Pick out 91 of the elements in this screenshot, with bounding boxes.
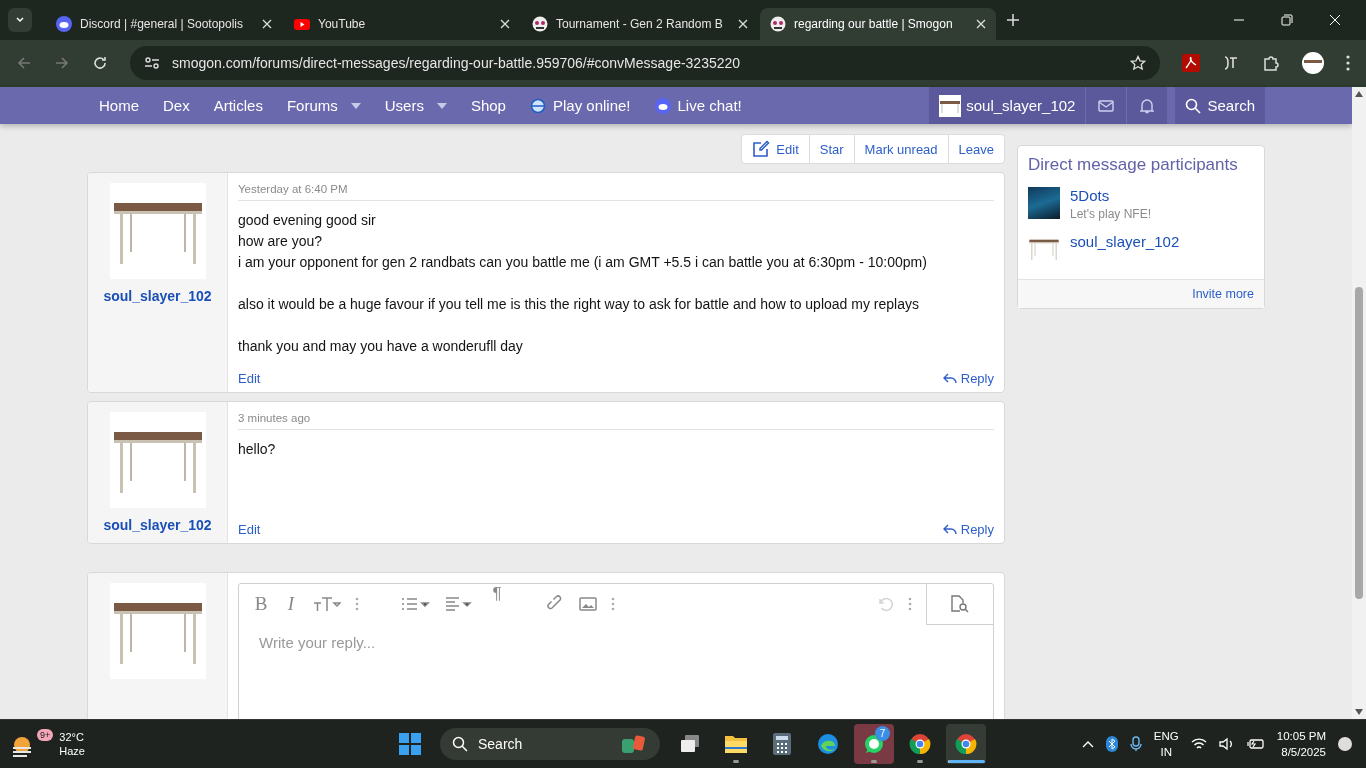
site-settings-icon [144, 54, 160, 71]
whatsapp-icon[interactable]: 7 [854, 724, 894, 764]
nav-link[interactable]: Users [372, 87, 459, 124]
battery-icon[interactable] [1246, 738, 1265, 750]
scroll-down-icon[interactable] [1355, 709, 1363, 715]
scroll-up-icon[interactable] [1355, 91, 1363, 97]
participant-status: Let's play NFE! [1070, 207, 1151, 221]
caret-icon [350, 102, 361, 109]
bold-button[interactable]: B [253, 593, 269, 615]
reply-link[interactable]: Reply [942, 371, 994, 386]
photo-placeholder [1028, 187, 1060, 219]
table-avatar-icon [109, 583, 206, 679]
play-icon [294, 16, 310, 32]
list-icon[interactable] [401, 596, 431, 612]
align-icon[interactable] [445, 596, 475, 612]
reply-arrow-icon [942, 523, 957, 536]
scrollbar[interactable] [1352, 87, 1366, 719]
italic-button[interactable]: I [283, 593, 299, 615]
close-tab-icon[interactable] [738, 19, 748, 29]
message-time: Yesterday at 6:40 PM [238, 183, 994, 201]
message-paragraph: hello? [238, 440, 277, 459]
table-avatar-icon [939, 94, 962, 117]
close-tab-icon[interactable] [500, 19, 510, 29]
message-paragraph: good evening good sir how are you? i am your opponent for gen 2 randbats can you battle me (i am GMT +5.5 i can battle you at 6:30pm - 10:00pm) [238, 211, 928, 272]
edit-link[interactable]: Edit [238, 371, 261, 386]
bell-icon[interactable] [1126, 87, 1168, 124]
clock[interactable]: 10:05 PM 8/5/2025 [1276, 728, 1326, 760]
new-tab-icon[interactable] [1006, 13, 1020, 27]
participant-name-link[interactable]: soul_slayer_102 [1070, 233, 1180, 250]
creature-face-icon [770, 16, 786, 32]
browser-tab[interactable]: Discord | #general | Sootopolis [46, 8, 282, 40]
speaker-icon[interactable] [1218, 737, 1235, 751]
conversation-action-button[interactable]: Star [808, 135, 854, 163]
browser-tab[interactable]: Tournament - Gen 2 Random B [522, 8, 758, 40]
browser-tab[interactable]: regarding our battle | Smogon [760, 8, 996, 40]
discord-icon [654, 97, 671, 114]
envelope-icon[interactable] [1085, 87, 1127, 124]
table-avatar-icon [109, 412, 206, 508]
nav-link[interactable]: Play online! [517, 87, 643, 124]
nav-link[interactable]: Dex [151, 87, 202, 124]
wifi-icon[interactable] [1190, 738, 1207, 750]
notification-badge: 9+ [37, 729, 54, 741]
edit-link[interactable]: Edit [238, 522, 261, 537]
caret-icon [436, 102, 447, 109]
input-language-indicator[interactable]: ENG IN [1153, 728, 1179, 760]
chevron-up-icon[interactable] [1081, 740, 1094, 748]
close-tab-icon[interactable] [262, 19, 272, 29]
microphone-icon[interactable] [1129, 736, 1142, 752]
message-time: 3 minutes ago [238, 412, 994, 430]
table-avatar-icon [109, 183, 206, 279]
message-paragraph: thank you and may you have a wonderufll day [238, 337, 524, 356]
creature-face-icon [532, 16, 548, 32]
browser-tab[interactable]: YouTube [284, 8, 520, 40]
nav-link[interactable]: Live chat! [642, 87, 754, 124]
conversation-action-button[interactable]: Leave [947, 135, 1004, 163]
panel-title: Direct message participants [1027, 154, 1239, 176]
paragraph-button[interactable]: ¶ [489, 583, 505, 604]
globe-icon [529, 97, 546, 114]
discord-icon [56, 16, 72, 32]
nav-link[interactable]: Articles [201, 87, 275, 124]
tab-search-icon[interactable] [8, 8, 32, 32]
weather-condition: Haze [59, 744, 85, 758]
close-tab-icon[interactable] [976, 19, 986, 29]
image-icon[interactable] [579, 596, 597, 612]
invite-more-link[interactable]: Invite more [1192, 287, 1254, 301]
user-account-link[interactable]: soul_slayer_102 [929, 87, 1086, 124]
temperature: 32°C [59, 730, 85, 744]
address-bar[interactable]: smogon.com/forums/direct-messages/regarding-our-battle.959706/#convMessage-3235220 [130, 45, 1160, 80]
search-icon [1185, 97, 1202, 114]
reply-link[interactable]: Reply [942, 522, 994, 537]
message-paragraph: also it would be a huge favour if you tell me is this the right way to ask for battle and how to upload my replays [238, 295, 920, 314]
bluetooth-icon[interactable] [1105, 736, 1118, 752]
star-icon[interactable] [1130, 54, 1146, 71]
reply-arrow-icon [942, 372, 957, 385]
scrollbar-thumb[interactable] [1355, 287, 1363, 599]
author-name-link[interactable]: soul_slayer_102 [103, 517, 212, 533]
search-icon [452, 736, 468, 752]
author-name-link[interactable]: soul_slayer_102 [103, 288, 212, 304]
participant-name-link[interactable]: 5Dots [1070, 187, 1151, 204]
chrome-icon[interactable] [946, 724, 986, 764]
preview-icon[interactable] [926, 583, 993, 625]
taskbar-search-field[interactable]: Search [440, 728, 660, 760]
text-size-icon[interactable] [313, 596, 341, 612]
notification-icon[interactable] [1338, 737, 1352, 751]
search-button[interactable]: Search [1175, 87, 1265, 124]
conversation-action-button[interactable]: Mark unread [853, 135, 948, 163]
nav-link[interactable]: Shop [458, 87, 518, 124]
conversation-action-button[interactable]: Edit [742, 135, 809, 163]
edit-icon [752, 140, 771, 158]
nav-link[interactable]: Home [87, 87, 151, 124]
nav-link[interactable]: Forums [274, 87, 373, 124]
